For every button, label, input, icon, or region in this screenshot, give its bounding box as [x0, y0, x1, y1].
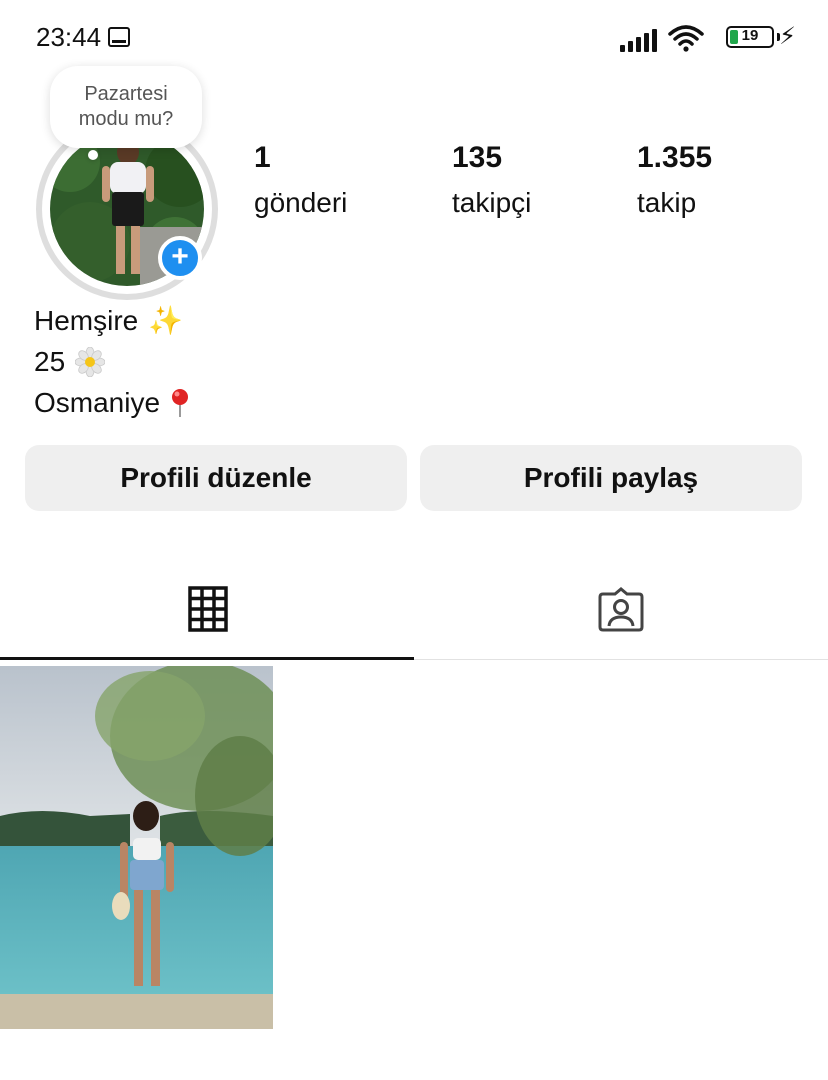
bio-line-1: Hemşire [34, 305, 139, 336]
note-text-line2: modu mu? [78, 108, 174, 130]
stat-followers[interactable]: 135 takipçi [452, 140, 531, 220]
battery-level: 19 [741, 27, 759, 44]
stat-following-value: 1.355 [637, 141, 713, 174]
share-profile-button[interactable]: Profili paylaş [420, 445, 802, 511]
note-text-line1: Pazartesi [84, 83, 168, 105]
bio-line-2: 25 [34, 346, 66, 377]
charging-icon: ⚡ [779, 23, 796, 50]
post-thumbnail[interactable] [0, 666, 273, 1029]
stat-following[interactable]: 1.355 takip [637, 140, 712, 220]
bio-line-3: Osmaniye [34, 387, 161, 418]
screen-record-icon [108, 27, 130, 47]
sparkles-icon: ✨ [148, 305, 184, 336]
status-time: 23:44 [36, 22, 102, 52]
active-tab-indicator [0, 657, 414, 660]
stat-posts-label: gönderi [254, 187, 348, 218]
wifi-icon [668, 25, 704, 52]
battery-icon: 19 [726, 26, 774, 48]
daisy-icon [75, 346, 106, 377]
note-bubble-tail [88, 150, 98, 160]
stat-posts[interactable]: 1 gönderi [254, 140, 347, 220]
profile-bio: Hemşire ✨ 25 Osmaniye [34, 300, 190, 423]
stat-following-label: takip [637, 187, 697, 218]
stat-posts-value: 1 [254, 141, 271, 174]
edit-profile-button[interactable]: Profili düzenle [25, 445, 407, 511]
tagged-icon [598, 587, 644, 632]
stat-followers-value: 135 [452, 141, 503, 174]
tab-tagged[interactable] [414, 560, 828, 660]
signal-icon [620, 28, 658, 52]
add-story-button[interactable]: + [158, 236, 202, 280]
note-bubble[interactable]: Pazartesi modu mu? [50, 66, 202, 148]
grid-icon [188, 586, 228, 632]
pin-icon [172, 388, 189, 417]
stat-followers-label: takipçi [452, 187, 532, 218]
tab-grid[interactable] [0, 560, 414, 660]
tab-divider [414, 659, 828, 660]
